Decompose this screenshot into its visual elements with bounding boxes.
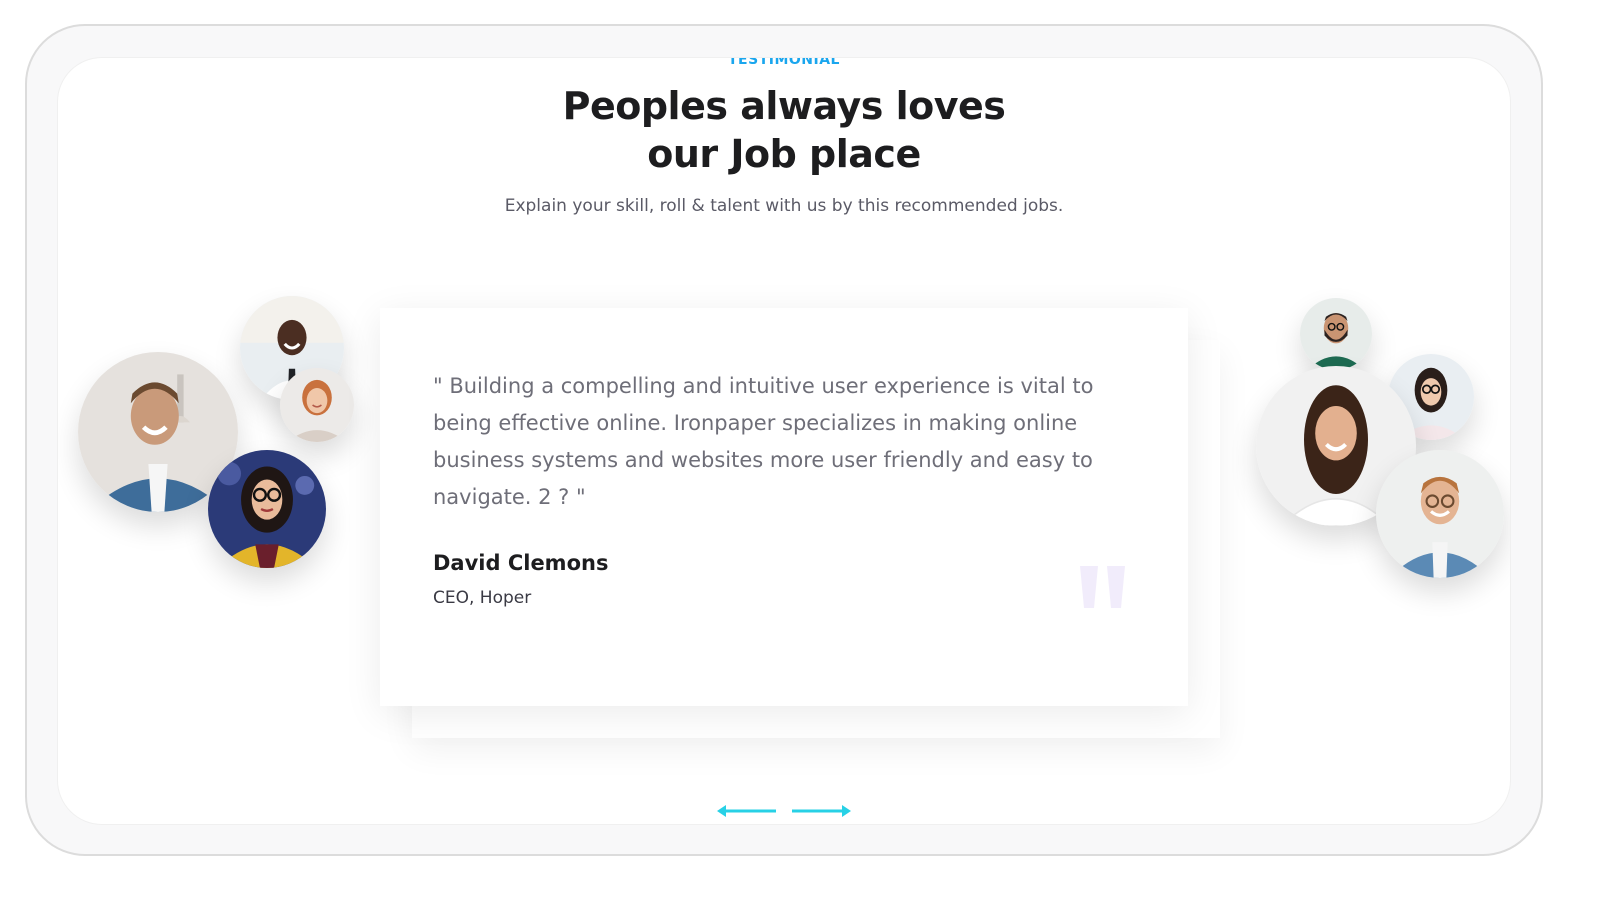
avatar-man-beard — [1300, 298, 1372, 370]
section-subtitle: Explain your skill, roll & talent with u… — [504, 196, 1064, 216]
testimonial-quote: " Building a compelling and intuitive us… — [433, 374, 1094, 509]
avatar-woman-redhead — [280, 368, 354, 442]
section-title: Peoples always loves our Job place — [58, 82, 1510, 178]
testimonial-author: David Clemons — [433, 551, 609, 575]
quote-mark-icon — [1080, 566, 1125, 608]
title-line-2: our Job place — [647, 132, 921, 176]
arrow-left-icon[interactable] — [716, 800, 778, 822]
avatar-man-denim — [1376, 450, 1504, 578]
testimonial-role: CEO, Hoper — [433, 588, 532, 608]
avatar-woman-glasses — [208, 450, 326, 568]
section-eyebrow: TESTIMONIAL — [728, 58, 840, 68]
testimonial-section: TESTIMONIAL Peoples always loves our Job… — [58, 58, 1510, 824]
arrow-right-icon[interactable] — [790, 800, 852, 822]
testimonial-card: " Building a compelling and intuitive us… — [380, 308, 1188, 706]
title-line-1: Peoples always loves — [562, 84, 1006, 128]
